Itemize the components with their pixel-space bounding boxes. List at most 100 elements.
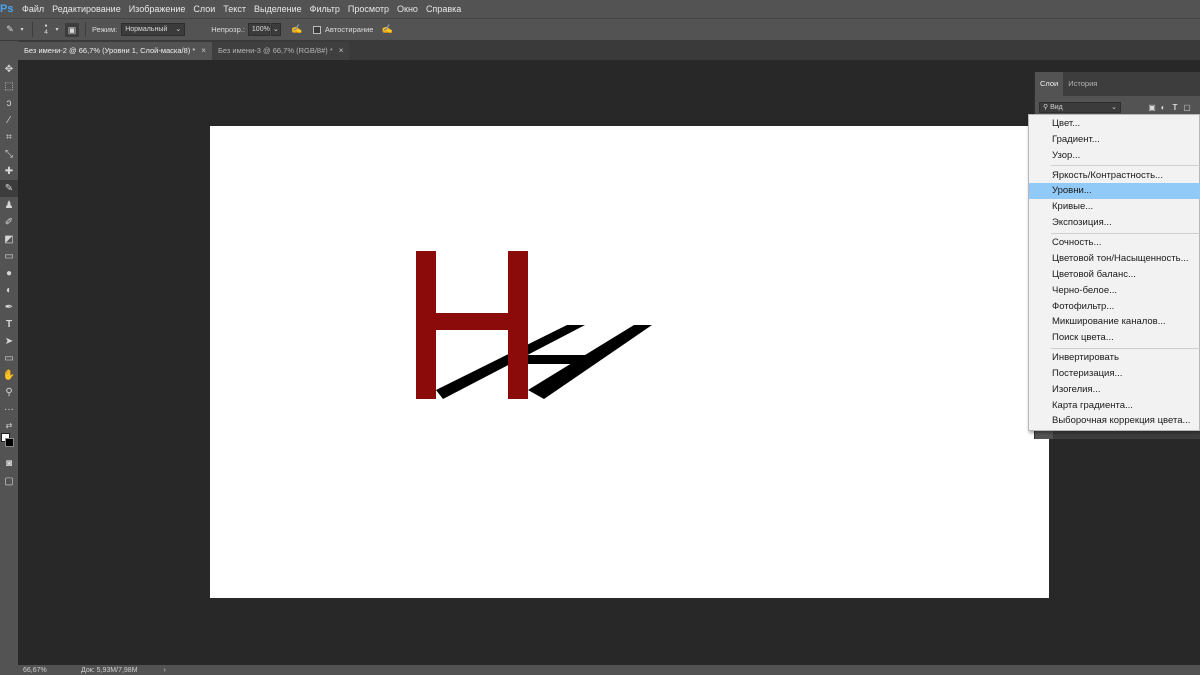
brush-panel-icon[interactable]: ▣ bbox=[65, 22, 79, 37]
menu-divider bbox=[1051, 348, 1200, 349]
quick-selection-icon[interactable]: ⁄ bbox=[0, 112, 18, 129]
shape-filter-icon[interactable]: ▢ bbox=[1182, 102, 1192, 113]
divider bbox=[32, 22, 33, 37]
close-icon[interactable]: × bbox=[339, 42, 344, 60]
mode-select[interactable]: Нормальный ⌄ bbox=[121, 23, 186, 36]
tab-label: Без имени-2 @ 66,7% (Уровни 1, Слой-маск… bbox=[24, 46, 196, 55]
menu-edit[interactable]: Редактирование bbox=[48, 0, 125, 18]
menu-item-photo-filter[interactable]: Фотофильтр... bbox=[1029, 299, 1200, 315]
autoerase-checkbox[interactable] bbox=[312, 25, 321, 34]
crop-tool-icon[interactable]: ⌗ bbox=[0, 129, 18, 146]
more-tools-icon[interactable]: ··· bbox=[0, 401, 18, 418]
pressure-opacity-icon[interactable]: ✍ bbox=[289, 24, 305, 35]
menu-item-color-balance[interactable]: Цветовой баланс... bbox=[1029, 267, 1200, 283]
type-tool-icon[interactable]: T bbox=[0, 316, 18, 333]
quick-mask-icon[interactable]: ◙ bbox=[0, 455, 18, 472]
mode-value: Нормальный bbox=[125, 26, 168, 33]
menu-item-channel-mixer[interactable]: Микширование каналов... bbox=[1029, 314, 1200, 330]
divider bbox=[85, 22, 86, 37]
menu-item-gradient[interactable]: Градиент... bbox=[1029, 132, 1200, 148]
swap-colors-icon[interactable]: ⇄ bbox=[0, 417, 18, 434]
menu-file[interactable]: Файл bbox=[18, 0, 48, 18]
zoom-level[interactable]: 66,67% bbox=[23, 667, 81, 674]
options-bar: ✎ ▾ ● 4 ▾ ▣ Режим: Нормальный ⌄ Непрозр.… bbox=[0, 18, 1200, 41]
pen-tool-icon[interactable]: ✒ bbox=[0, 299, 18, 316]
menu-item-hue-saturation[interactable]: Цветовой тон/Насыщенность... bbox=[1029, 251, 1200, 267]
tab-document-2[interactable]: Без имени-2 @ 66,7% (Уровни 1, Слой-маск… bbox=[18, 42, 212, 60]
lasso-tool-icon[interactable]: ↄ bbox=[0, 95, 18, 112]
gradient-tool-icon[interactable]: ▭ bbox=[0, 248, 18, 265]
pressure-size-icon[interactable]: ✍ bbox=[379, 24, 395, 35]
canvas-artwork bbox=[416, 251, 652, 399]
brush-size-value: 4 bbox=[44, 29, 48, 36]
type-filter-icon[interactable]: T bbox=[1170, 102, 1180, 113]
tab-layers[interactable]: Слои bbox=[1035, 72, 1064, 96]
menu-item-posterize[interactable]: Постеризация... bbox=[1029, 366, 1200, 382]
shadow-crossbar bbox=[518, 355, 586, 364]
mode-label: Режим: bbox=[92, 25, 118, 34]
healing-brush-icon[interactable]: ✚ bbox=[0, 163, 18, 180]
eyedropper-tool-icon[interactable]: ⤡ bbox=[0, 146, 18, 163]
document-canvas[interactable] bbox=[210, 126, 1049, 598]
photoshop-window: Ps Файл Редактирование Изображение Слои … bbox=[0, 0, 1200, 675]
menu-item-curves[interactable]: Кривые... bbox=[1029, 199, 1200, 215]
menu-window[interactable]: Окно bbox=[393, 0, 422, 18]
menu-item-brightness-contrast[interactable]: Яркость/Контрастность... bbox=[1029, 168, 1200, 184]
menu-item-selective-color[interactable]: Выборочная коррекция цвета... bbox=[1029, 413, 1200, 429]
menu-item-levels[interactable]: Уровни... bbox=[1029, 183, 1200, 199]
history-brush-icon[interactable]: ✐ bbox=[0, 214, 18, 231]
menu-help[interactable]: Справка bbox=[422, 0, 465, 18]
menu-item-invert[interactable]: Инвертировать bbox=[1029, 350, 1200, 366]
close-icon[interactable]: × bbox=[201, 42, 206, 60]
layer-filter-select[interactable]: ⚲ Вид ⌄ bbox=[1039, 102, 1121, 113]
tab-document-3[interactable]: Без имени-3 @ 66,7% (RGB/8#) * × bbox=[211, 42, 350, 60]
brush-size-picker[interactable]: ● 4 bbox=[39, 23, 53, 36]
tab-history[interactable]: История bbox=[1063, 72, 1102, 96]
adjustment-layer-menu: Цвет... Градиент... Узор... Яркость/Конт… bbox=[1028, 114, 1200, 431]
tools-panel: ✥ ⬚ ↄ ⁄ ⌗ ⤡ ✚ ✎ ♟ ✐ ◩ ▭ ● ◐ ✒ T ➤ ▭ ✋ ⚲ … bbox=[0, 41, 18, 665]
autoerase-label: Автостирание bbox=[324, 25, 374, 34]
menu-item-color-lookup[interactable]: Поиск цвета... bbox=[1029, 330, 1200, 346]
rectangle-tool-icon[interactable]: ▭ bbox=[0, 350, 18, 367]
panel-tabs: Слои История bbox=[1035, 72, 1200, 96]
menu-layers[interactable]: Слои bbox=[189, 0, 219, 18]
menu-item-exposure[interactable]: Экспозиция... bbox=[1029, 215, 1200, 231]
menu-item-black-white[interactable]: Черно-белое... bbox=[1029, 283, 1200, 299]
adjustment-filter-icon[interactable]: ◐ bbox=[1158, 102, 1168, 113]
menu-bar: Ps Файл Редактирование Изображение Слои … bbox=[0, 0, 1200, 18]
menu-item-pattern[interactable]: Узор... bbox=[1029, 148, 1200, 164]
eraser-tool-icon[interactable]: ◩ bbox=[0, 231, 18, 248]
zoom-tool-icon[interactable]: ⚲ bbox=[0, 384, 18, 401]
brush-chevron-icon[interactable]: ▾ bbox=[53, 26, 61, 33]
image-filter-icon[interactable]: ▣ bbox=[1147, 102, 1157, 113]
status-bar: 66,67% Док: 5,93M/7,98M › bbox=[0, 665, 1200, 675]
pencil-tool-icon[interactable]: ✎ bbox=[0, 180, 18, 197]
move-tool-icon[interactable]: ✥ bbox=[0, 61, 18, 78]
hand-tool-icon[interactable]: ✋ bbox=[0, 367, 18, 384]
menu-select[interactable]: Выделение bbox=[250, 0, 306, 18]
marquee-tool-icon[interactable]: ⬚ bbox=[0, 78, 18, 95]
screen-mode-icon[interactable]: ▢ bbox=[0, 473, 18, 490]
menu-item-threshold[interactable]: Изогелия... bbox=[1029, 382, 1200, 398]
pencil-tool-icon[interactable]: ✎ bbox=[2, 24, 18, 35]
menu-filter[interactable]: Фильтр bbox=[306, 0, 344, 18]
path-selection-icon[interactable]: ➤ bbox=[0, 333, 18, 350]
tool-preset-chevron-icon[interactable]: ▾ bbox=[18, 26, 26, 33]
status-arrow-icon[interactable]: › bbox=[164, 667, 166, 674]
menu-item-vibrance[interactable]: Сочность... bbox=[1029, 235, 1200, 251]
dodge-tool-icon[interactable]: ◐ bbox=[0, 282, 18, 299]
menu-item-solid-color[interactable]: Цвет... bbox=[1029, 116, 1200, 132]
opacity-chevron-icon[interactable]: ⌄ bbox=[270, 23, 281, 36]
search-icon: ⚲ bbox=[1043, 104, 1049, 111]
blur-tool-icon[interactable]: ● bbox=[0, 265, 18, 282]
chevron-down-icon: ⌄ bbox=[175, 26, 182, 33]
background-color-swatch[interactable] bbox=[5, 438, 14, 447]
letter-shadow bbox=[436, 325, 652, 399]
menu-image[interactable]: Изображение bbox=[125, 0, 190, 18]
clone-stamp-icon[interactable]: ♟ bbox=[0, 197, 18, 214]
menu-item-gradient-map[interactable]: Карта градиента... bbox=[1029, 398, 1200, 414]
app-logo: Ps bbox=[0, 3, 14, 15]
menu-type[interactable]: Текст bbox=[219, 0, 250, 18]
opacity-input[interactable]: 100% bbox=[247, 23, 270, 36]
menu-view[interactable]: Просмотр bbox=[344, 0, 393, 18]
